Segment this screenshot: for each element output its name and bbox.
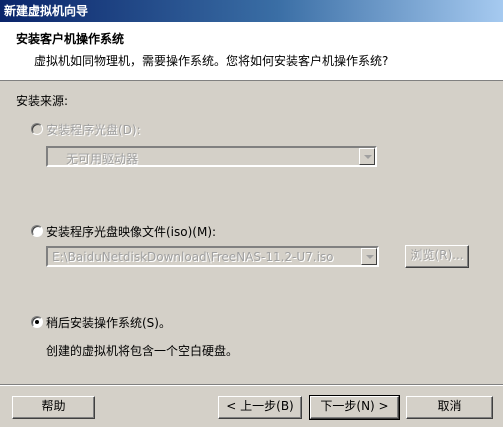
radio-install-iso[interactable] [31, 225, 43, 237]
radio-install-disc[interactable] [31, 123, 43, 135]
install-later-label: 稍后安装操作系统(S)。 [46, 316, 171, 330]
iso-path-value: E:\BaiduNetdiskDownload\FreeNAS-11.2-U7.… [52, 250, 334, 264]
dropdown-arrow-icon[interactable] [361, 248, 377, 265]
radio-selected-dot [35, 320, 39, 324]
help-button[interactable]: 帮助 [12, 396, 95, 419]
disc-drive-value: 无可用驱动器 [66, 152, 139, 166]
disc-drive-select[interactable]: 无可用驱动器 [46, 146, 377, 167]
iso-path-select[interactable]: E:\BaiduNetdiskDownload\FreeNAS-11.2-U7.… [46, 246, 379, 267]
wizard-header: 安装客户机操作系统 虚拟机如同物理机，需要操作系统。您将如何安装客户机操作系统? [0, 22, 503, 81]
install-later-description: 创建的虚拟机将包含一个空白硬盘。 [46, 344, 239, 358]
header-title: 安装客户机操作系统 [16, 32, 125, 46]
footer-separator [0, 384, 503, 386]
window-title: 新建虚拟机向导 [0, 0, 503, 22]
back-button[interactable]: < 上一步(B) [218, 396, 302, 419]
dropdown-arrow-icon[interactable] [359, 148, 375, 165]
install-iso-label: 安装程序光盘映像文件(iso)(M): [46, 225, 217, 239]
header-subtitle: 虚拟机如同物理机，需要操作系统。您将如何安装客户机操作系统? [34, 54, 389, 68]
radio-install-later[interactable] [31, 316, 43, 328]
install-source-label: 安装来源: [16, 94, 69, 108]
browse-button[interactable]: 浏览(R)... [405, 245, 469, 268]
cancel-button[interactable]: 取消 [406, 396, 493, 419]
next-button[interactable]: 下一步(N) > [309, 395, 400, 420]
install-disc-label: 安装程序光盘(D): [46, 123, 141, 137]
